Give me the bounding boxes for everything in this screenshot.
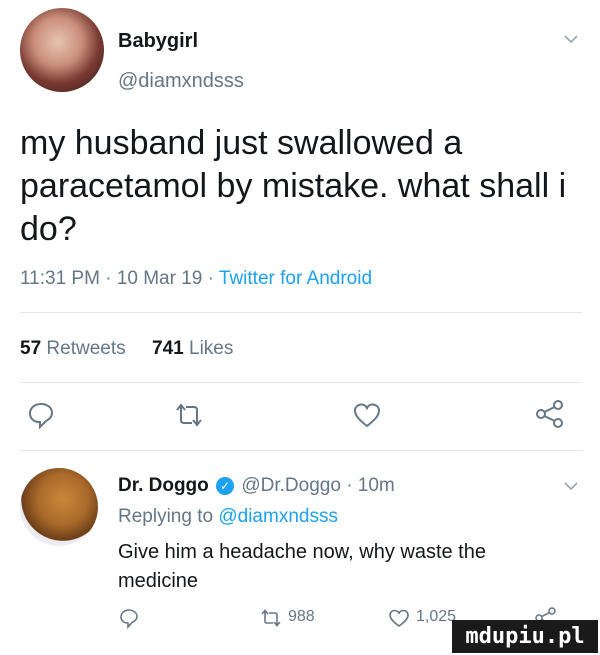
tweet-source-link[interactable]: Twitter for Android	[219, 268, 372, 289]
reply-retweet-count[interactable]: 988	[288, 608, 315, 626]
tweet-time: 11:31 PM	[20, 268, 100, 289]
likes-count[interactable]: 741	[152, 338, 184, 359]
reply-retweet-icon[interactable]	[258, 607, 284, 629]
tweet-text: my husband just swallowed a paracetamol …	[20, 124, 567, 248]
meta-separator: ·	[346, 475, 353, 496]
reply-display-name[interactable]: Dr. Doggo	[118, 475, 209, 496]
reply-reply-icon[interactable]	[118, 607, 140, 629]
reply-like-icon[interactable]	[388, 608, 410, 628]
like-icon[interactable]	[352, 401, 382, 429]
verified-badge-icon: ✓	[216, 477, 235, 495]
avatar[interactable]	[20, 8, 104, 92]
tweet-meta: 11:31 PM · 10 Mar 19 · Twitter for Andro…	[20, 268, 372, 290]
replying-to-label: Replying to	[118, 506, 214, 527]
reply-age: 10m	[357, 475, 395, 496]
divider	[20, 382, 582, 383]
share-icon[interactable]	[534, 398, 566, 430]
retweets-count[interactable]: 57	[20, 338, 41, 359]
reply-header: Dr. Doggo ✓ @Dr.Doggo · 10m	[118, 475, 395, 497]
meta-separator: ·	[105, 268, 112, 289]
chevron-down-icon[interactable]	[564, 481, 578, 491]
user-handle[interactable]: @diamxndsss	[118, 70, 244, 93]
replying-to: Replying to @diamxndsss	[118, 506, 338, 528]
reply-like-count[interactable]: 1,025	[416, 608, 456, 626]
engagement-stats: 57 Retweets 741 Likes	[20, 338, 233, 360]
retweets-label[interactable]: Retweets	[46, 338, 125, 359]
replying-to-handle[interactable]: @diamxndsss	[218, 506, 338, 527]
reply-avatar[interactable]	[20, 468, 98, 546]
divider	[20, 450, 582, 451]
reply-text: Give him a headache now, why waste the m…	[118, 541, 486, 592]
display-name[interactable]: Babygirl	[118, 30, 198, 53]
divider	[20, 312, 582, 313]
likes-label[interactable]: Likes	[189, 338, 233, 359]
chevron-down-icon[interactable]	[564, 34, 578, 44]
reply-handle[interactable]: @Dr.Doggo	[241, 475, 341, 496]
meta-separator: ·	[207, 268, 214, 289]
tweet-date: 10 Mar 19	[116, 268, 203, 289]
retweet-icon[interactable]	[172, 400, 206, 430]
reply-icon[interactable]	[26, 400, 56, 430]
watermark: mdupiu.pl	[452, 620, 598, 653]
